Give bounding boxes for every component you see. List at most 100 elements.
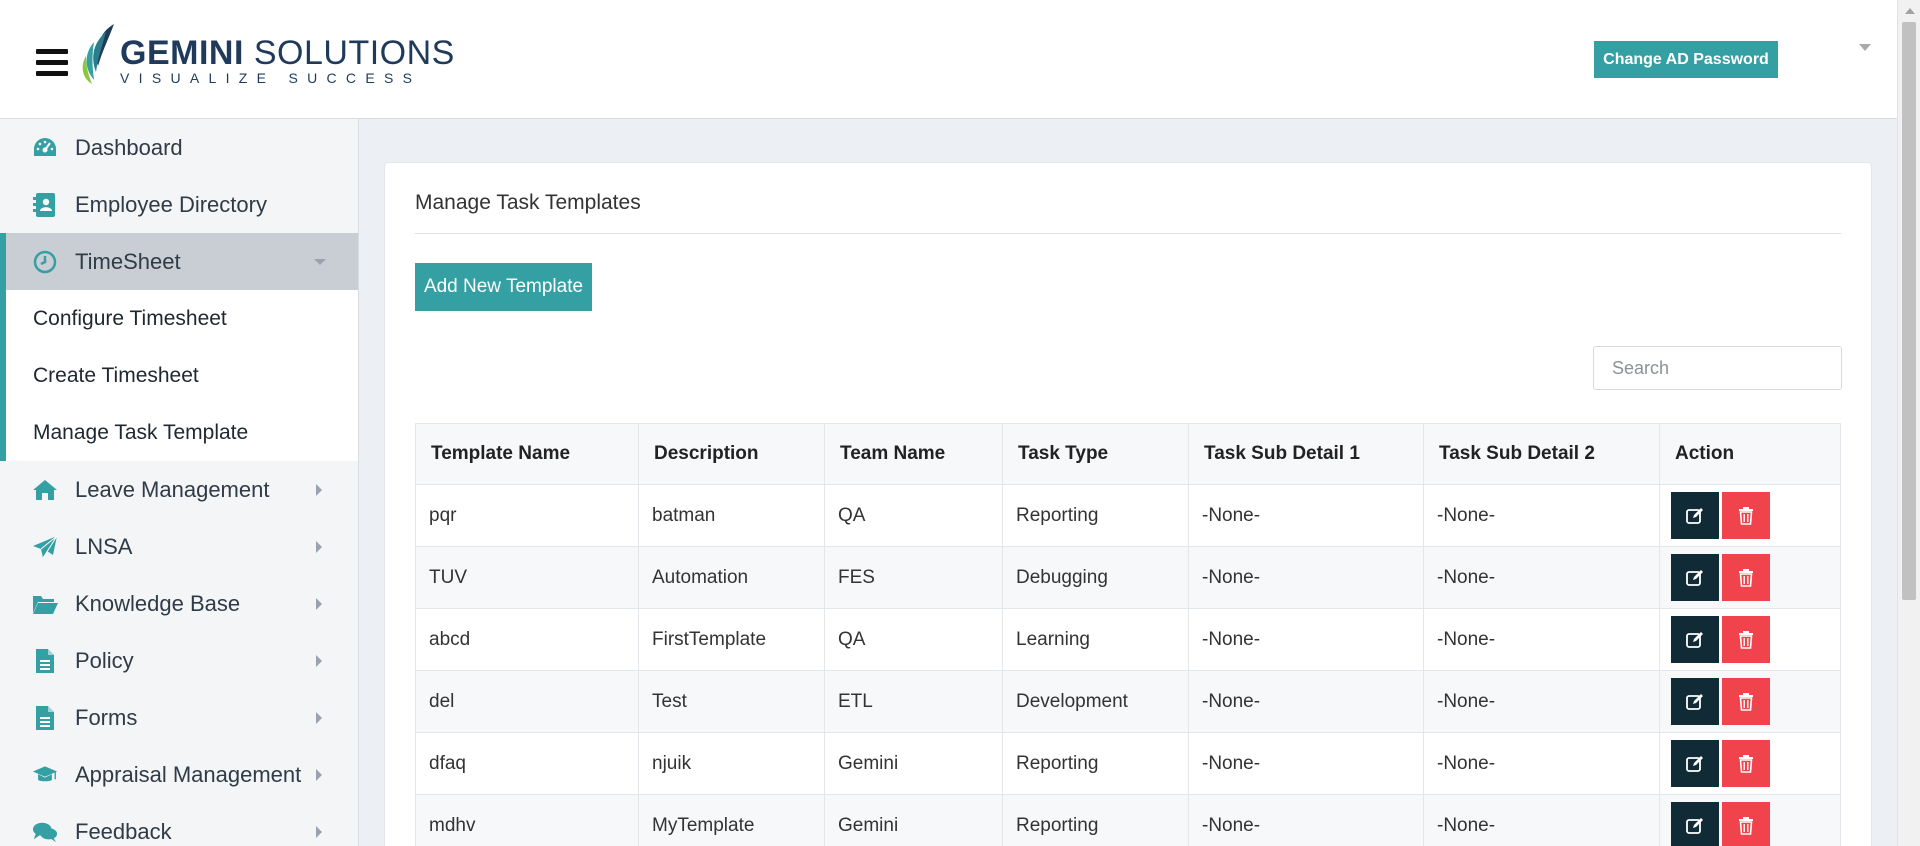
sidebar-item-label: LNSA: [75, 533, 133, 559]
cell-template-name: abcd: [415, 608, 639, 671]
address-book-icon: [32, 192, 58, 218]
page-scrollbar[interactable]: [1897, 0, 1920, 846]
chevron-right-icon: [316, 769, 322, 781]
submenu-item-manage-task-template[interactable]: Manage Task Template: [6, 404, 358, 461]
comments-icon: [32, 819, 58, 845]
sidebar-item-feedback[interactable]: Feedback: [0, 803, 358, 846]
cell-team-name: Gemini: [824, 732, 1003, 795]
logo-wordmark: GEMINI SOLUTIONS: [120, 34, 455, 72]
column-header-team-name[interactable]: Team Name: [824, 423, 1003, 485]
sidebar-item-policy[interactable]: Policy: [0, 632, 358, 689]
logo-tagline: VISUALIZE SUCCESS: [120, 70, 422, 86]
sidebar-item-forms[interactable]: Forms: [0, 689, 358, 746]
chevron-right-icon: [316, 541, 322, 553]
delete-button[interactable]: [1722, 678, 1770, 725]
search-input[interactable]: [1593, 346, 1842, 390]
edit-icon: [1686, 755, 1703, 772]
column-header-task-sub-detail-1[interactable]: Task Sub Detail 1: [1188, 423, 1424, 485]
column-header-task-sub-detail-2[interactable]: Task Sub Detail 2: [1423, 423, 1660, 485]
sidebar-item-knowledge-base[interactable]: Knowledge Base: [0, 575, 358, 632]
trash-icon: [1739, 692, 1753, 711]
cell-template-name: del: [415, 670, 639, 733]
edit-button[interactable]: [1671, 492, 1719, 539]
hamburger-menu-icon[interactable]: [36, 49, 68, 77]
sidebar-item-dashboard[interactable]: Dashboard: [0, 119, 358, 176]
table-row: TUV Automation FES Debugging -None- -Non…: [415, 546, 1841, 609]
column-header-description[interactable]: Description: [638, 423, 825, 485]
cell-task-type: Debugging: [1002, 546, 1189, 609]
delete-button[interactable]: [1722, 554, 1770, 601]
trash-icon: [1739, 506, 1753, 525]
manage-templates-card: Manage Task Templates Add New Template T…: [384, 162, 1872, 846]
sidebar-item-timesheet[interactable]: TimeSheet: [0, 233, 358, 290]
add-new-template-button[interactable]: Add New Template: [415, 263, 592, 311]
column-header-task-type[interactable]: Task Type: [1002, 423, 1189, 485]
paper-plane-icon: [32, 534, 58, 560]
edit-icon: [1686, 631, 1703, 648]
cell-template-name: dfaq: [415, 732, 639, 795]
chevron-right-icon: [316, 655, 322, 667]
edit-button[interactable]: [1671, 616, 1719, 663]
cell-description: batman: [638, 484, 825, 547]
column-header-action: Action: [1659, 423, 1841, 485]
cell-template-name: mdhv: [415, 794, 639, 846]
edit-button[interactable]: [1671, 554, 1719, 601]
top-header: GEMINI SOLUTIONS VISUALIZE SUCCESS Chang…: [0, 0, 1897, 119]
table-row: abcd FirstTemplate QA Learning -None- -N…: [415, 608, 1841, 671]
delete-button[interactable]: [1722, 492, 1770, 539]
edit-button[interactable]: [1671, 802, 1719, 846]
cell-task-sub-detail-2: -None-: [1423, 670, 1660, 733]
cell-task-sub-detail-2: -None-: [1423, 608, 1660, 671]
cell-team-name: ETL: [824, 670, 1003, 733]
cell-team-name: QA: [824, 484, 1003, 547]
dashboard-gauge-icon: [32, 135, 58, 161]
document-icon: [32, 705, 58, 731]
delete-button[interactable]: [1722, 616, 1770, 663]
cell-task-sub-detail-2: -None-: [1423, 732, 1660, 795]
table-row: dfaq njuik Gemini Reporting -None- -None…: [415, 732, 1841, 795]
cell-team-name: FES: [824, 546, 1003, 609]
cell-action: [1659, 546, 1841, 609]
delete-button[interactable]: [1722, 740, 1770, 787]
column-header-template-name[interactable]: Template Name: [415, 423, 639, 485]
chevron-right-icon: [316, 826, 322, 838]
sidebar-item-label: Dashboard: [75, 134, 183, 160]
scrollbar-thumb[interactable]: [1902, 22, 1916, 600]
cell-task-sub-detail-1: -None-: [1188, 546, 1424, 609]
submenu-item-create-timesheet[interactable]: Create Timesheet: [6, 347, 358, 404]
cell-description: FirstTemplate: [638, 608, 825, 671]
edit-button[interactable]: [1671, 678, 1719, 725]
cell-task-sub-detail-2: -None-: [1423, 794, 1660, 846]
edit-icon: [1686, 817, 1703, 834]
cell-description: Test: [638, 670, 825, 733]
chevron-down-icon: [314, 259, 326, 265]
change-ad-password-button[interactable]: Change AD Password: [1594, 41, 1778, 78]
edit-button[interactable]: [1671, 740, 1719, 787]
submenu-item-configure-timesheet[interactable]: Configure Timesheet: [6, 290, 358, 347]
sidebar-item-appraisal-management[interactable]: Appraisal Management: [0, 746, 358, 803]
sidebar-item-leave-management[interactable]: Leave Management: [0, 461, 358, 518]
cell-action: [1659, 670, 1841, 733]
trash-icon: [1739, 816, 1753, 835]
sidebar-item-lnsa[interactable]: LNSA: [0, 518, 358, 575]
cell-task-sub-detail-1: -None-: [1188, 794, 1424, 846]
edit-icon: [1686, 507, 1703, 524]
company-logo[interactable]: GEMINI SOLUTIONS VISUALIZE SUCCESS: [80, 22, 454, 92]
cell-action: [1659, 794, 1841, 846]
sidebar-item-label: Forms: [75, 704, 138, 730]
task-templates-table: Template Name Description Team Name Task…: [415, 423, 1841, 846]
cell-task-sub-detail-1: -None-: [1188, 608, 1424, 671]
sidebar-nav: Dashboard Employee Directory TimeSheet C…: [0, 119, 359, 846]
sidebar-item-label: Feedback: [75, 818, 172, 844]
user-menu-chevron-down-icon[interactable]: [1859, 44, 1871, 51]
timesheet-submenu: Configure Timesheet Create Timesheet Man…: [0, 290, 358, 461]
cell-action: [1659, 608, 1841, 671]
trash-icon: [1739, 568, 1753, 587]
cell-action: [1659, 484, 1841, 547]
sidebar-item-employee-directory[interactable]: Employee Directory: [0, 176, 358, 233]
scroll-up-arrow-icon[interactable]: [1905, 8, 1915, 14]
chevron-right-icon: [316, 712, 322, 724]
sidebar-item-label: Policy: [75, 647, 134, 673]
edit-icon: [1686, 569, 1703, 586]
delete-button[interactable]: [1722, 802, 1770, 846]
